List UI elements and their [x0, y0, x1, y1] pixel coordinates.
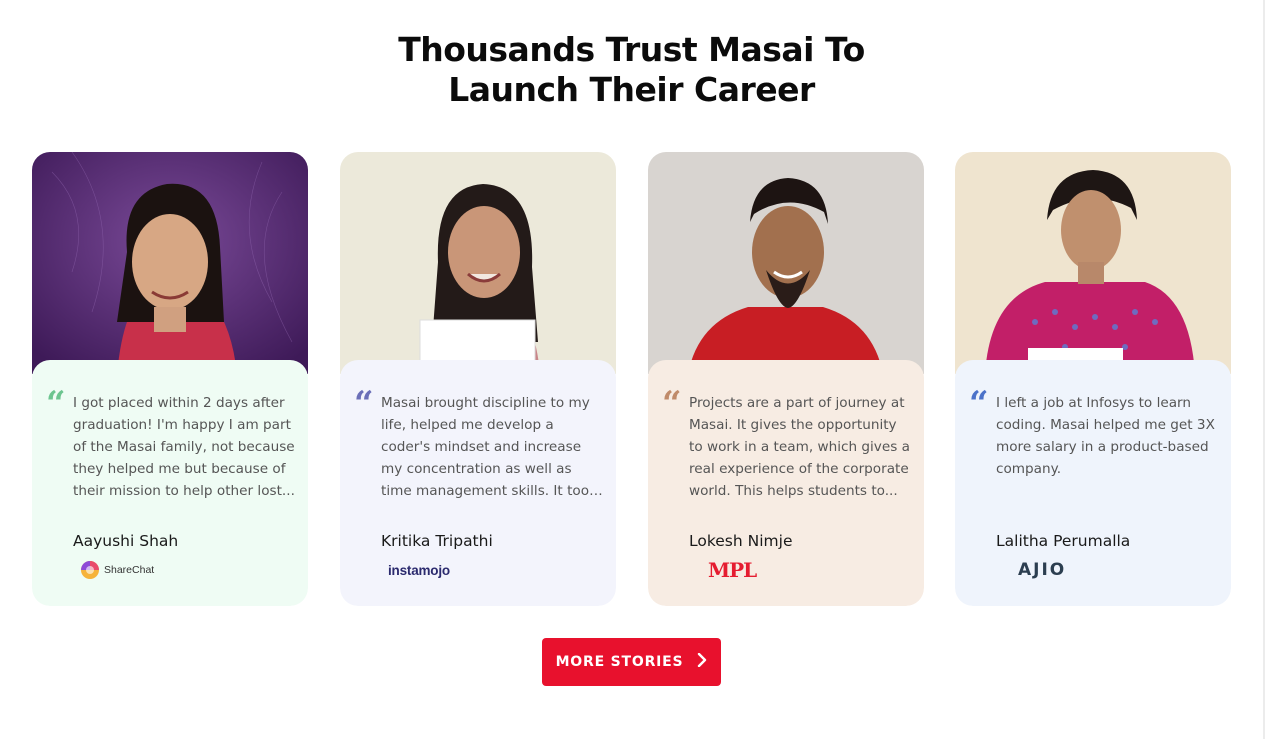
company-logo: MPL: [696, 558, 757, 582]
quote-icon: “: [46, 384, 66, 424]
chevron-right-icon: [697, 652, 707, 671]
testimonial-quote: Masai brought discipline to my life, hel…: [381, 395, 597, 499]
student-name: Aayushi Shah: [73, 532, 179, 550]
quote-icon: “: [354, 384, 374, 424]
student-name: Lalitha Perumalla: [996, 532, 1131, 550]
testimonial-card[interactable]: “ I left a job at Infosys to learn codin…: [955, 152, 1231, 606]
company-name: instamojo: [388, 562, 450, 578]
testimonial-body: “ Projects are a part of journey at Masa…: [648, 360, 924, 606]
company-name: MPL: [708, 558, 757, 582]
more-stories-button[interactable]: MORE STORIES: [542, 638, 721, 686]
testimonial-body: “ Masai brought discipline to my life, h…: [340, 360, 616, 606]
section-heading-line-1: Thousands Trust Masai To: [398, 30, 865, 69]
testimonial-quote: I got placed within 2 days after graduat…: [73, 395, 295, 499]
sharechat-icon: [81, 561, 99, 579]
testimonial-card[interactable]: “ Projects are a part of journey at Masa…: [648, 152, 924, 606]
section-heading: Thousands Trust Masai To Launch Their Ca…: [0, 30, 1263, 110]
testimonial-card[interactable]: “ I got placed within 2 days after gradu…: [32, 152, 308, 606]
student-name: Lokesh Nimje: [689, 532, 793, 550]
testimonial-card[interactable]: “ Masai brought discipline to my life, h…: [340, 152, 616, 606]
company-logo: instamojo: [388, 558, 450, 582]
testimonial-quote: Projects are a part of journey at Masai.…: [689, 395, 910, 499]
student-photo: [648, 152, 924, 374]
more-stories-label: MORE STORIES: [555, 654, 684, 670]
student-name: Kritika Tripathi: [381, 532, 493, 550]
testimonial-cards: “ I got placed within 2 days after gradu…: [32, 152, 1232, 606]
company-logo: ShareChat: [80, 558, 154, 582]
quote-icon: “: [662, 384, 682, 424]
testimonial-body: “ I got placed within 2 days after gradu…: [32, 360, 308, 606]
student-photo: [340, 152, 616, 374]
company-logo: AJIO: [1003, 558, 1066, 582]
testimonial-quote: I left a job at Infosys to learn coding.…: [996, 395, 1215, 477]
student-photo: [32, 152, 308, 374]
testimonial-body: “ I left a job at Infosys to learn codin…: [955, 360, 1231, 606]
student-photo: [955, 152, 1231, 374]
quote-icon: “: [969, 384, 989, 424]
company-name: AJIO: [1018, 560, 1067, 580]
company-name: ShareChat: [104, 564, 155, 576]
section-heading-line-2: Launch Their Career: [448, 70, 815, 109]
